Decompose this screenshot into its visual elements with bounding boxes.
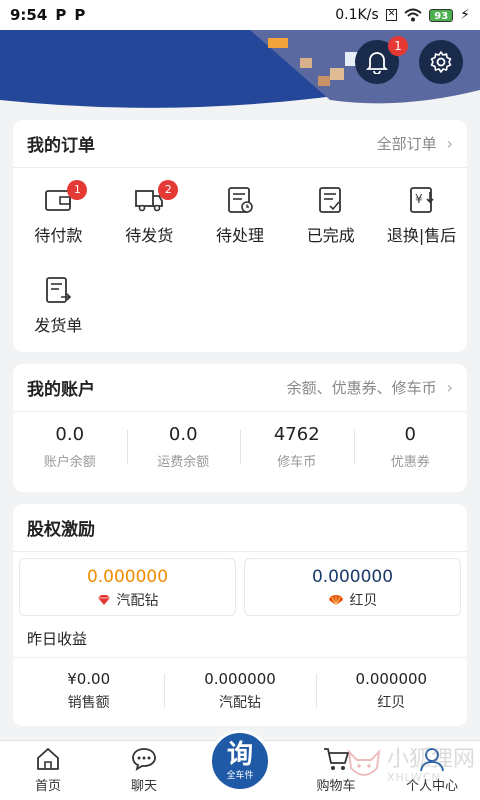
account-value: 0.0 bbox=[168, 424, 198, 445]
account-label: 修车币 bbox=[277, 455, 317, 470]
watermark-sub: XHLWCN bbox=[387, 770, 441, 784]
charging-icon: ⚡ bbox=[460, 7, 470, 23]
equity-diamond-box[interactable]: 0.000000 汽配钻 bbox=[19, 558, 236, 616]
svg-text:¥: ¥ bbox=[415, 192, 423, 206]
account-balance[interactable]: 0.0 账户余额 bbox=[13, 424, 127, 470]
refund-icon: ¥ bbox=[409, 187, 434, 213]
header-banner bbox=[0, 30, 480, 120]
order-refund-aftersale[interactable]: ¥ 退换|售后 bbox=[376, 184, 467, 274]
equity-label: 汽配钻 bbox=[116, 593, 159, 609]
battery-icon: 93 bbox=[429, 8, 454, 22]
inquiry-glyph: 询 bbox=[226, 739, 253, 770]
order-badge: 2 bbox=[158, 180, 179, 200]
account-value: 0 bbox=[404, 424, 416, 445]
tab-chat[interactable]: 聊天 bbox=[96, 741, 192, 800]
document-check-icon bbox=[318, 187, 341, 213]
order-pending-payment[interactable]: 1 待付款 bbox=[13, 180, 104, 274]
earning-diamond: 0.000000 汽配钻 bbox=[164, 670, 315, 712]
repair-coins[interactable]: 4762 修车币 bbox=[240, 424, 354, 470]
parking-icon: P bbox=[55, 6, 67, 24]
orders-header: 我的订单 全部订单 › bbox=[13, 120, 467, 168]
order-label: 待发货 bbox=[125, 226, 174, 245]
freight-balance[interactable]: 0.0 运费余额 bbox=[126, 424, 241, 470]
orders-title: 我的订单 bbox=[27, 136, 95, 156]
watermark: 小狐狸网 XHLWCN bbox=[345, 748, 475, 784]
order-pending-shipment[interactable]: 2 待发货 bbox=[104, 180, 195, 274]
shell-icon bbox=[328, 595, 343, 606]
inquiry-button[interactable]: 询 全车件 bbox=[209, 730, 271, 792]
all-orders-link[interactable]: 全部订单 › bbox=[377, 133, 453, 154]
settings-button[interactable] bbox=[419, 40, 463, 84]
earning-label: 汽配钻 bbox=[218, 695, 261, 711]
notification-badge: 1 bbox=[388, 36, 408, 56]
order-label: 退换|售后 bbox=[386, 226, 457, 245]
account-label: 运费余额 bbox=[157, 455, 210, 470]
equity-shell-box[interactable]: 0.000000 红贝 bbox=[244, 558, 461, 616]
earning-label: 红贝 bbox=[377, 695, 406, 711]
orders-card: 我的订单 全部订单 › 1 待付款 2 待发货 待处理 已完成 ¥ 退换|售后 … bbox=[13, 120, 467, 352]
earning-value: ¥0.00 bbox=[67, 670, 111, 688]
order-label: 发货单 bbox=[34, 316, 83, 335]
equity-header: 股权激励 bbox=[13, 504, 467, 552]
status-bar: 9:54 P P 0.1K/s ✕ 93 ⚡ bbox=[0, 0, 480, 30]
wifi-icon bbox=[404, 8, 422, 22]
account-title: 我的账户 bbox=[27, 380, 95, 400]
order-label: 待处理 bbox=[215, 226, 264, 245]
equity-title: 股权激励 bbox=[27, 520, 95, 540]
home-icon bbox=[37, 748, 59, 770]
status-time: 9:54 bbox=[10, 6, 48, 24]
gear-icon bbox=[430, 51, 452, 73]
order-completed[interactable]: 已完成 bbox=[285, 184, 376, 274]
yesterday-earnings-label: 昨日收益 bbox=[13, 616, 467, 658]
network-speed: 0.1K/s bbox=[335, 7, 379, 23]
equity-value: 0.000000 bbox=[86, 567, 169, 587]
chat-icon bbox=[132, 748, 156, 771]
bell-icon bbox=[366, 52, 388, 74]
account-detail-label: 余额、优惠券、修车币 bbox=[286, 379, 437, 397]
earning-value: 0.000000 bbox=[355, 670, 428, 688]
account-label: 优惠券 bbox=[390, 455, 430, 470]
order-pending-process[interactable]: 待处理 bbox=[195, 184, 286, 274]
order-badge: 1 bbox=[67, 180, 88, 200]
chevron-right-icon: › bbox=[446, 134, 453, 153]
earning-sales: ¥0.00 销售额 bbox=[13, 670, 164, 712]
chevron-right-icon: › bbox=[446, 378, 453, 397]
inquiry-label: 全车件 bbox=[226, 770, 254, 781]
all-orders-label: 全部订单 bbox=[376, 135, 437, 153]
account-label: 账户余额 bbox=[43, 455, 96, 470]
coupons[interactable]: 0 优惠券 bbox=[353, 424, 468, 470]
account-detail-link[interactable]: 余额、优惠券、修车币 › bbox=[287, 377, 453, 398]
parking-icon: P bbox=[74, 6, 86, 24]
order-label: 待付款 bbox=[34, 226, 83, 245]
order-delivery-note[interactable]: 发货单 bbox=[13, 274, 104, 364]
earning-shell: 0.000000 红贝 bbox=[315, 670, 467, 712]
order-label: 已完成 bbox=[306, 226, 355, 245]
earning-value: 0.000000 bbox=[204, 670, 276, 688]
tab-home[interactable]: 首页 bbox=[0, 741, 96, 800]
sim-off-icon: ✕ bbox=[385, 9, 398, 21]
equity-label: 红贝 bbox=[349, 593, 378, 609]
equity-card: 股权激励 0.000000 汽配钻 0.000000 红贝 昨日收益 ¥0.00… bbox=[13, 504, 467, 726]
watermark-text: 小狐狸网 bbox=[387, 746, 476, 772]
fox-logo-icon bbox=[347, 749, 381, 776]
delivery-note-icon bbox=[46, 277, 72, 303]
earning-label: 销售额 bbox=[67, 695, 110, 711]
account-value: 0.0 bbox=[55, 424, 85, 445]
diamond-icon bbox=[97, 595, 110, 605]
document-clock-icon bbox=[228, 187, 253, 213]
equity-value: 0.000000 bbox=[311, 567, 394, 587]
tab-label: 聊天 bbox=[130, 779, 157, 794]
account-card: 我的账户 余额、优惠券、修车币 › 0.0 账户余额 0.0 运费余额 4762… bbox=[13, 364, 467, 492]
tab-label: 首页 bbox=[34, 779, 61, 794]
account-header: 我的账户 余额、优惠券、修车币 › bbox=[13, 364, 467, 412]
account-value: 4762 bbox=[273, 424, 320, 445]
